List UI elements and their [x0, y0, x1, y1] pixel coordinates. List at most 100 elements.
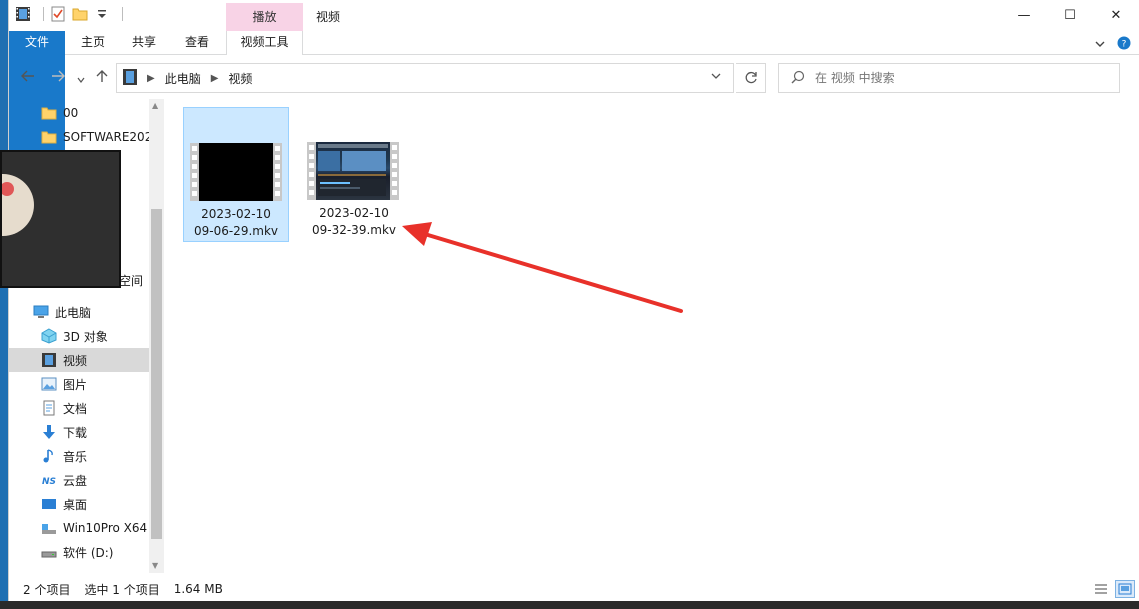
- nav-item-label: 软件 (D:): [63, 545, 114, 560]
- item-count: 2 个项目: [23, 582, 71, 597]
- file-name-line-2: 09-32-39.mkv: [311, 223, 397, 237]
- folder-icon: [41, 129, 57, 145]
- drive-icon: [41, 544, 57, 560]
- drive-icon: [41, 520, 57, 536]
- nav-item-00[interactable]: 00: [9, 101, 149, 125]
- properties-icon[interactable]: [50, 6, 66, 22]
- file-name: 2023-02-10 09-06-29.mkv: [184, 206, 288, 240]
- nav-item-label: 此电脑: [55, 305, 92, 320]
- file-item-video-1[interactable]: 2023-02-10 09-06-29.mkv: [183, 107, 289, 242]
- navigation-bar: ▶ 此电脑 ▶ 视频: [9, 63, 1139, 93]
- nav-item-music[interactable]: 音乐: [9, 444, 149, 468]
- search-box[interactable]: [778, 63, 1120, 93]
- ribbon-tabs: 文件 主页 共享 查看 视频工具 ?: [9, 31, 1139, 166]
- chevron-down-icon[interactable]: [94, 6, 110, 22]
- nav-item-drive-d[interactable]: 软件 (D:): [9, 540, 149, 564]
- nav-item-this-pc[interactable]: 此电脑: [9, 300, 149, 324]
- film-strip-icon: [273, 143, 282, 201]
- ribbon-right-controls: ?: [1095, 36, 1131, 53]
- nav-item-3d-objects[interactable]: 3D 对象: [9, 324, 149, 348]
- context-tab-group-label: 播放: [226, 3, 303, 31]
- cloud-drive-icon: NS: [41, 472, 57, 488]
- nav-item-pictures[interactable]: 图片: [9, 372, 149, 396]
- nav-item-label: SOFTWARE202: [63, 130, 153, 144]
- large-icons-view-button[interactable]: [1115, 580, 1135, 598]
- desktop-icon: [41, 496, 57, 512]
- scroll-down-icon[interactable]: ▼: [152, 561, 158, 570]
- video-frame: [316, 142, 390, 200]
- avatar: [2, 174, 34, 236]
- webcam-overlay: [0, 150, 121, 288]
- nav-item-downloads[interactable]: 下载: [9, 420, 149, 444]
- desktop-background: [0, 0, 8, 609]
- details-view-button[interactable]: [1091, 580, 1111, 598]
- nav-item-label: 音乐: [63, 449, 88, 464]
- nav-item-desktop[interactable]: 桌面: [9, 492, 149, 516]
- nav-item-videos[interactable]: 视频: [9, 348, 149, 372]
- file-explorer-window: 播放 视频 — ☐ ✕ 文件 主页 共享 查看 视频工具 ? ▶ 此电脑 ▶ 视…: [8, 0, 1139, 601]
- recent-locations-chevron-icon[interactable]: [77, 72, 85, 88]
- refresh-button[interactable]: [736, 63, 766, 93]
- document-icon: [41, 400, 57, 416]
- video-frame: [199, 143, 273, 201]
- breadcrumb-separator-icon: ▶: [147, 72, 155, 84]
- taskbar-edge: [0, 601, 1139, 609]
- up-arrow-icon[interactable]: [95, 69, 109, 87]
- nav-item-label: 下载: [63, 425, 88, 440]
- tab-home[interactable]: 主页: [67, 31, 119, 55]
- toolbar-separator: [122, 7, 123, 21]
- help-icon[interactable]: ?: [1117, 36, 1131, 53]
- status-bar: 2 个项目 选中 1 个项目 1.64 MB: [9, 577, 1139, 601]
- nav-item-label: 视频: [63, 353, 88, 368]
- picture-icon: [41, 376, 57, 392]
- tab-view[interactable]: 查看: [171, 31, 223, 55]
- video-thumbnail: [307, 142, 399, 200]
- video-folder-icon: [15, 6, 31, 22]
- nav-pane-scrollbar[interactable]: ▲ ▼: [149, 99, 164, 573]
- selection-size: 1.64 MB: [173, 582, 223, 596]
- music-icon: [41, 448, 57, 464]
- refresh-icon: [745, 71, 757, 84]
- nav-item-win10pro[interactable]: Win10Pro X64: [9, 516, 149, 540]
- close-button[interactable]: ✕: [1093, 0, 1139, 30]
- file-name-line-2: 09-06-29.mkv: [193, 224, 279, 238]
- window-title: 视频: [316, 10, 341, 24]
- nav-item-label: 图片: [63, 377, 88, 392]
- scroll-thumb[interactable]: [151, 209, 162, 539]
- title-bar: 播放 视频 — ☐ ✕: [9, 0, 1139, 31]
- nav-item-cloud-drive[interactable]: NS 云盘: [9, 468, 149, 492]
- minimize-button[interactable]: —: [1001, 0, 1047, 30]
- new-folder-icon[interactable]: [72, 6, 88, 22]
- tab-video-tools[interactable]: 视频工具: [226, 31, 303, 55]
- nav-item-software[interactable]: SOFTWARE202: [9, 125, 153, 149]
- folder-icon: [41, 105, 57, 121]
- breadcrumb-this-pc[interactable]: 此电脑: [165, 70, 201, 87]
- scroll-up-icon[interactable]: ▲: [152, 101, 158, 110]
- file-list-view: 2023-02-10 09-06-29.mkv 2023-02-10 09-32…: [169, 99, 1137, 573]
- video-thumbnail: [190, 143, 282, 201]
- address-bar[interactable]: ▶ 此电脑 ▶ 视频: [116, 63, 734, 93]
- window-controls: — ☐ ✕: [1001, 0, 1139, 30]
- download-icon: [41, 424, 57, 440]
- nav-item-label: 空间: [119, 273, 144, 288]
- file-name-line-1: 2023-02-10: [319, 206, 389, 220]
- cube-icon: [41, 328, 57, 344]
- nav-item-documents[interactable]: 文档: [9, 396, 149, 420]
- toolbar-separator: [43, 7, 44, 21]
- view-switcher: [1091, 580, 1135, 598]
- forward-arrow-icon[interactable]: [51, 69, 65, 87]
- search-input[interactable]: [815, 71, 1115, 85]
- nav-item-label: 00: [63, 106, 79, 120]
- quick-access-toolbar: [15, 6, 123, 22]
- nav-item-label: 桌面: [63, 497, 88, 512]
- address-dropdown-icon[interactable]: [711, 71, 721, 84]
- maximize-button[interactable]: ☐: [1047, 0, 1093, 30]
- breadcrumb-videos[interactable]: 视频: [228, 70, 252, 87]
- back-arrow-icon[interactable]: [21, 69, 35, 87]
- nav-item-label: 3D 对象: [63, 329, 108, 344]
- file-item-video-2[interactable]: 2023-02-10 09-32-39.mkv: [301, 107, 407, 242]
- search-icon: [791, 70, 805, 87]
- selection-count: 选中 1 个项目: [84, 582, 160, 597]
- tab-share[interactable]: 共享: [119, 31, 169, 55]
- ribbon-expand-icon[interactable]: [1095, 38, 1105, 52]
